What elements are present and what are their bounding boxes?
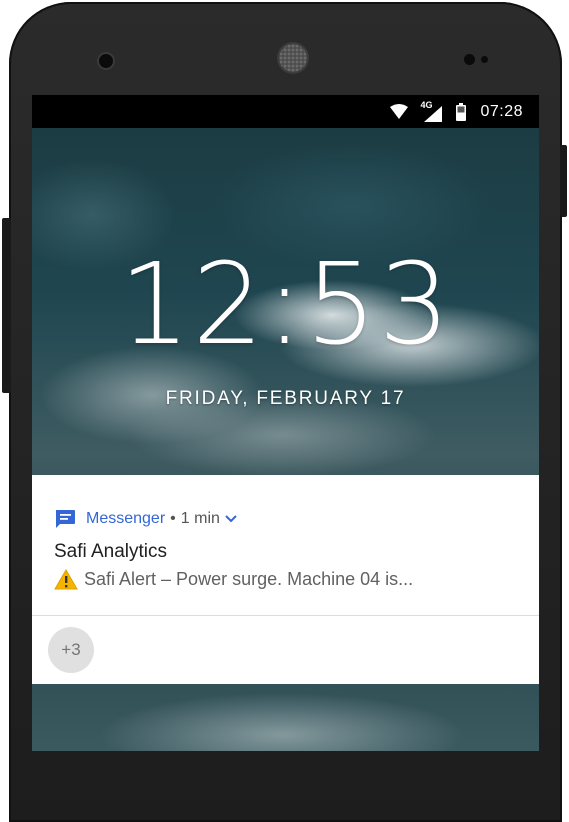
lock-date: FRIDAY, FEBRUARY 17 (165, 388, 406, 409)
lock-screen: 4G 07:28 12:53 FRIDAY, FEBRUARY 17 Messe… (32, 95, 539, 751)
notification-header: Messenger • 1 min (54, 509, 237, 529)
sensor-small (481, 56, 488, 63)
app-name: Messenger (86, 510, 166, 527)
volume-button[interactable] (2, 218, 11, 393)
battery-icon (456, 102, 467, 121)
network-type-label: 4G (420, 99, 433, 110)
sensor-large (464, 54, 475, 65)
earpiece-speaker (279, 44, 307, 72)
more-notifications-badge[interactable]: +3 (48, 627, 94, 673)
wifi-icon (390, 103, 409, 119)
status-time: 07:28 (480, 102, 523, 120)
more-notifications-bar[interactable]: +3 (32, 616, 539, 684)
chevron-down-icon[interactable] (225, 515, 237, 523)
notification-body-text: Safi Alert – Power surge. Machine 04 is.… (84, 569, 414, 589)
warning-icon (54, 569, 78, 590)
status-icons: 4G 07:28 (390, 95, 523, 128)
notification-time: 1 min (180, 510, 220, 527)
header-separator: • (170, 510, 176, 527)
proximity-sensors (464, 54, 488, 65)
notification-title: Safi Analytics (54, 541, 167, 562)
notification-body: Safi Alert – Power surge. Machine 04 is.… (54, 569, 413, 590)
front-camera (99, 54, 113, 68)
notification-card[interactable]: Messenger • 1 min Safi Analytics Safi Al… (32, 475, 539, 616)
lock-clock: 12:53 (119, 240, 452, 370)
cell-signal-icon: 4G (420, 99, 443, 123)
status-bar: 4G 07:28 (32, 95, 539, 128)
messenger-icon (56, 510, 75, 528)
power-button[interactable] (560, 145, 567, 217)
